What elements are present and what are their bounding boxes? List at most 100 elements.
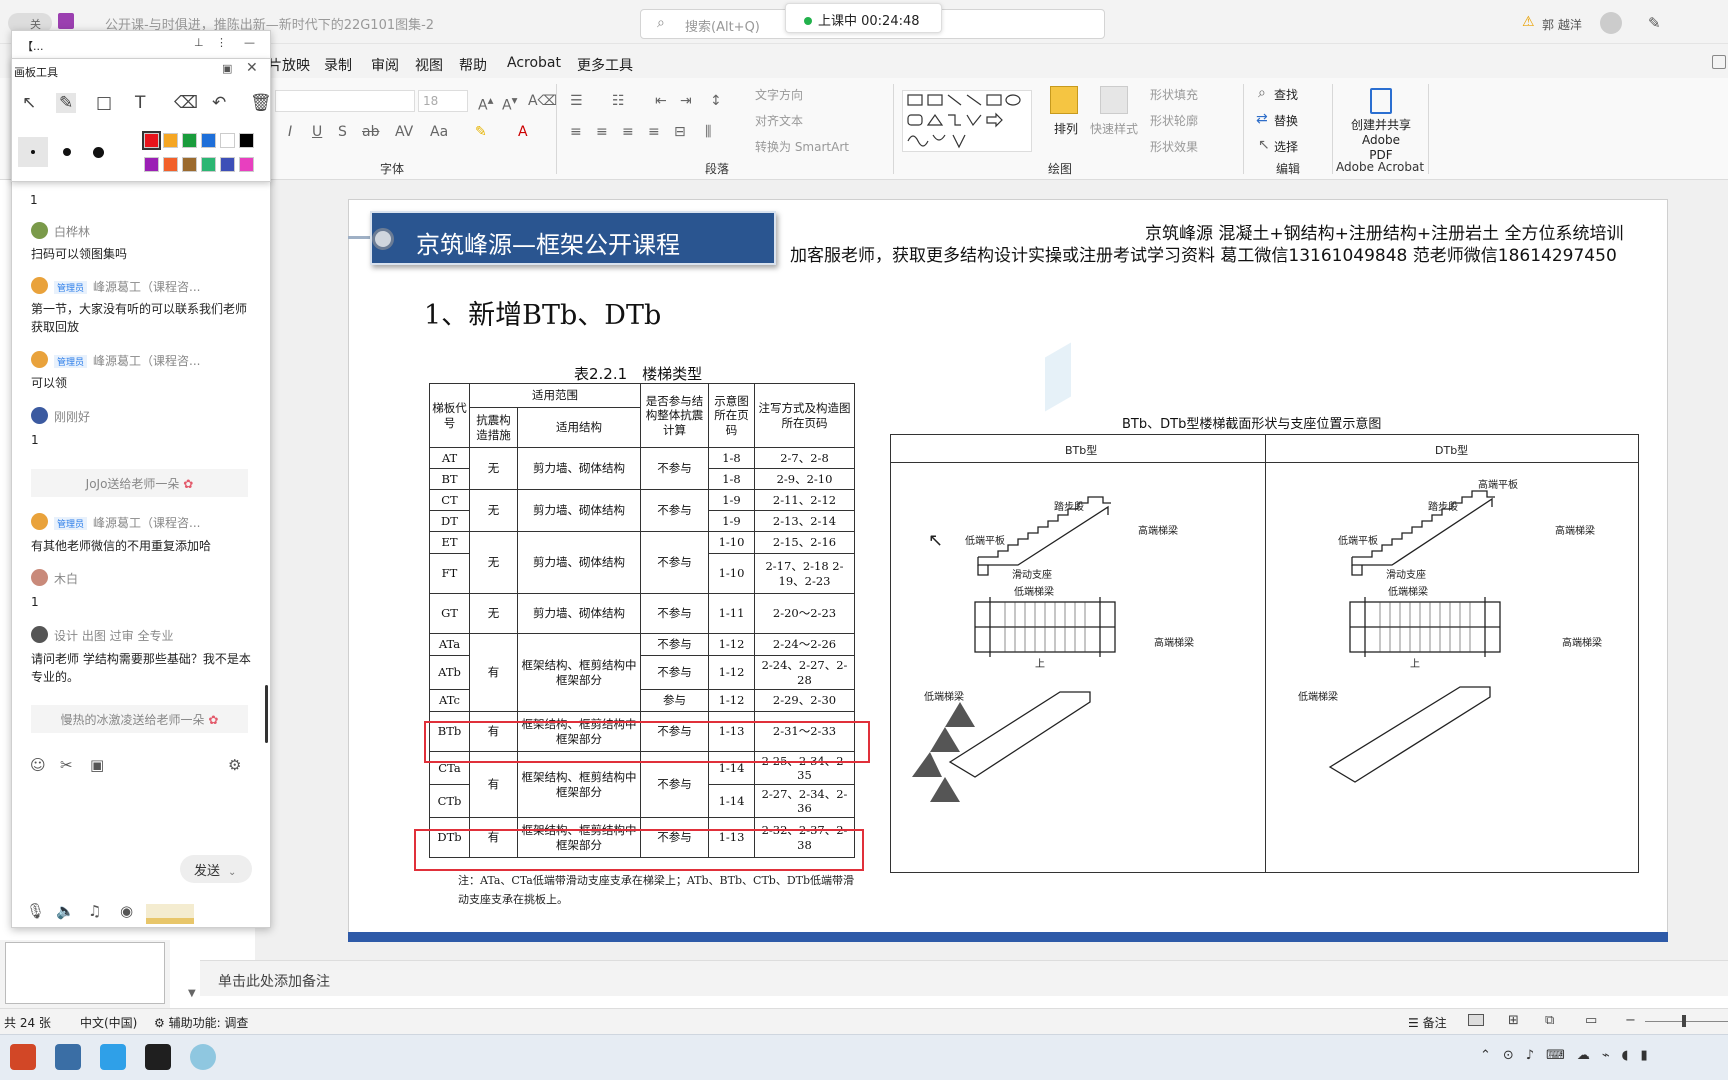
shape-outline[interactable]: 形状轮廓 [1150,112,1198,129]
close-icon[interactable]: ✕ [246,60,258,76]
text-direction[interactable]: 文字方向 [755,86,803,103]
create-pdf-icon[interactable] [1370,88,1392,114]
scroll-down-icon[interactable]: ▼ [188,988,196,999]
shapes-gallery[interactable] [902,90,1032,152]
msg-sender[interactable]: 白桦林 [54,223,90,240]
speaker-icon[interactable]: 🔈 [56,902,75,920]
clear-format-icon[interactable]: A⌫ [528,93,557,109]
send-button[interactable]: 发送 ⌄ [180,855,252,883]
numbering-icon[interactable]: ☷ [612,93,625,109]
avatar[interactable] [31,513,48,530]
trash-icon[interactable]: 🗑 [250,93,272,113]
color-swatch[interactable] [220,157,235,172]
image-icon[interactable]: ▣ [90,756,104,774]
msg-sender[interactable]: 管理员 峰源葛工（课程咨... [54,352,200,369]
align-text[interactable]: 对齐文本 [755,112,803,129]
avatar[interactable] [31,569,48,586]
minimize-icon[interactable]: — [244,36,255,49]
font-name-select[interactable] [275,90,415,112]
italic-icon[interactable]: I [288,124,292,140]
zoom-thumb[interactable] [1682,1015,1686,1027]
msg-sender[interactable]: 管理员 峰源葛工（课程咨... [54,278,200,295]
pointer-tool-icon[interactable]: ↖ [22,93,36,113]
class-timer[interactable]: 上课中 00:24:48 [785,3,942,33]
avatar[interactable] [31,407,48,424]
color-swatch[interactable] [144,157,159,172]
color-swatch[interactable] [182,157,197,172]
slide-banner[interactable]: 京筑峰源—框架公开课程 [370,211,776,265]
music-icon[interactable]: ♫ [88,902,101,920]
select-button[interactable]: 选择 [1274,138,1298,155]
quick-style-button[interactable]: 快速样式 [1090,120,1138,137]
columns-icon[interactable]: ⫼ [705,124,711,140]
pin-icon[interactable]: ⊥ [194,36,204,49]
slide-heading[interactable]: 1、新增BTb、DTb [424,293,661,332]
font-color-icon[interactable]: A [518,124,528,140]
comment-icon[interactable] [1712,55,1726,69]
accessibility-status[interactable]: ⚙ 辅助功能: 调查 [154,1014,248,1031]
rectangle-tool-icon[interactable]: □ [96,93,112,113]
color-swatch[interactable] [163,157,178,172]
convert-smartart[interactable]: 转换为 SmartArt [755,138,849,155]
shape-fill[interactable]: 形状填充 [1150,86,1198,103]
color-swatch[interactable] [220,133,235,148]
notes-pane[interactable]: 单击此处添加备注 [200,960,1728,996]
menu-more-tools[interactable]: 更多工具 [577,55,633,75]
sorter-view-icon[interactable]: ⊞ [1508,1013,1519,1028]
align-center-icon[interactable]: ≡ [596,124,608,140]
pen-tool-icon[interactable]: ✎ [56,93,77,113]
line-spacing-icon[interactable]: ↕ [710,93,722,109]
color-swatch[interactable] [201,157,216,172]
live-app-taskbar-icon[interactable] [100,1044,126,1070]
menu-record[interactable]: 录制 [324,55,352,75]
menu-view[interactable]: 视图 [415,55,443,75]
color-swatch[interactable] [239,133,254,148]
network-taskbar-icon[interactable] [190,1044,216,1070]
powerpoint-taskbar-icon[interactable] [10,1044,36,1070]
distribute-icon[interactable]: ⊟ [674,124,686,140]
zoom-out-icon[interactable]: − [1625,1013,1636,1028]
zoom-slider[interactable] [1645,1021,1728,1022]
highlight-icon[interactable]: ✎ [475,124,487,140]
strike-icon[interactable]: ab [362,124,379,140]
msg-sender[interactable]: 木白 [54,570,78,587]
reading-view-icon[interactable]: ⧉ [1545,1013,1554,1028]
color-swatch[interactable] [163,133,178,148]
undo-icon[interactable]: ↶ [212,93,226,113]
microphone-icon[interactable]: 🎙 [26,902,45,920]
dot-large-icon[interactable] [93,147,104,158]
text-tool-icon[interactable]: T [135,93,145,113]
avatar[interactable] [1600,12,1622,34]
quick-style-icon[interactable] [1100,86,1128,114]
msg-sender[interactable]: 管理员 峰源葛工（课程咨... [54,514,200,531]
shadow-icon[interactable]: S [338,124,347,140]
camera-icon[interactable]: ◉ [120,902,133,920]
underline-icon[interactable]: U [312,124,322,140]
color-swatch[interactable] [201,133,216,148]
decrease-font-icon[interactable]: A▾ [502,93,517,114]
avatar[interactable] [31,351,48,368]
replace-button[interactable]: 替换 [1274,112,1298,129]
shape-effects[interactable]: 形状效果 [1150,138,1198,155]
user-name[interactable]: 郭 越洋 [1542,16,1582,33]
bullets-icon[interactable]: ☰ [570,93,583,109]
menu-help[interactable]: 帮助 [459,55,487,75]
restore-icon[interactable]: ▣ [222,62,232,75]
slide-thumbnail[interactable] [5,942,165,1004]
photos-taskbar-icon[interactable] [55,1044,81,1070]
menu-slideshow[interactable]: 片放映 [268,55,310,75]
font-size-select[interactable]: 18 [418,90,468,112]
warning-icon[interactable]: ⚠ [1522,14,1535,30]
more-icon[interactable]: ⋮ [216,36,227,49]
avatar[interactable] [31,277,48,294]
scissors-icon[interactable]: ✂ [60,756,73,774]
avatar[interactable] [31,626,48,643]
acrobat-taskbar-icon[interactable] [145,1044,171,1070]
notes-button[interactable]: ☰ 备注 [1408,1014,1447,1031]
indent-icon[interactable]: ⇥ [680,93,692,109]
case-icon[interactable]: Aa [430,124,448,140]
arrange-button[interactable]: 排列 [1054,120,1078,137]
stair-type-table[interactable]: 梯板代号 适用范围 是否参与结构整体抗震计算 示意图所在页码 注写方式及构造图所… [429,383,855,858]
eraser-tool-icon[interactable]: ⌫ [174,93,198,113]
align-left-icon[interactable]: ≡ [570,124,582,140]
